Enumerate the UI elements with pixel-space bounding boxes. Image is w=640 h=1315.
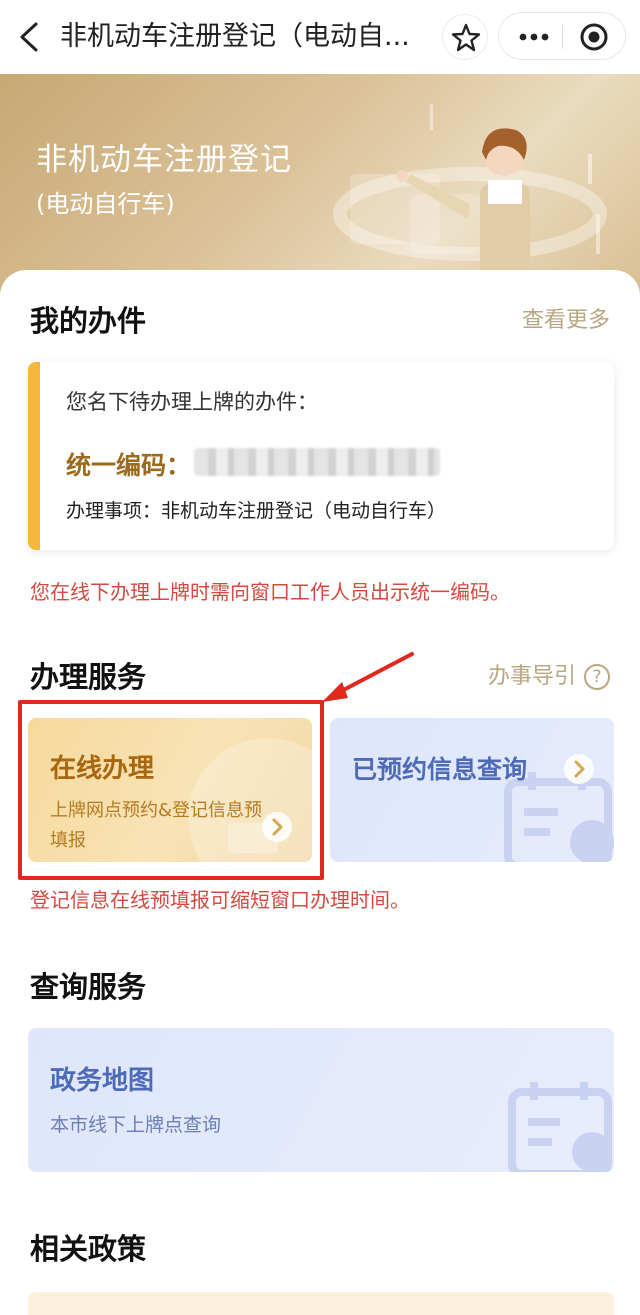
policy-title: 相关政策 (30, 1232, 147, 1266)
mini-program-capsule (498, 12, 626, 60)
gov-map-title: 政务地图 (50, 1066, 155, 1096)
services-title: 办理服务 (30, 660, 147, 694)
pending-task-card[interactable]: 您名下待办理上牌的办件： 统一编码： 办理事项：非机动车注册登记（电动自行车） (28, 362, 614, 550)
online-service-card[interactable]: 在线办理 上牌网点预约&登记信息预填报 (28, 718, 312, 862)
banner-title: 非机动车注册登记 (36, 142, 292, 178)
policy-card[interactable] (28, 1292, 614, 1315)
capsule-divider (562, 25, 563, 49)
more-dots-icon[interactable] (509, 19, 559, 55)
chevron-right-icon (262, 812, 292, 842)
annotation-arrow-icon (322, 652, 414, 702)
booked-info-card[interactable]: 已预约信息查询 (330, 718, 614, 862)
online-service-title: 在线办理 (50, 754, 155, 784)
task-accent-bar (28, 362, 40, 550)
booked-info-title: 已预约信息查询 (352, 755, 528, 784)
target-circle-icon[interactable] (569, 19, 619, 55)
query-services-title: 查询服务 (30, 970, 147, 1004)
nav-title: 非机动车注册登记（电动自... (60, 21, 410, 52)
chevron-right-icon (564, 754, 594, 784)
question-mark-icon: ? (584, 664, 611, 690)
officer-illustration-icon (333, 104, 607, 294)
main-content: 我的办件 查看更多 您名下待办理上牌的办件： 统一编码： 办理事项：非机动车注册… (0, 270, 640, 1315)
gov-map-desc: 本市线下上牌点查询 (50, 1114, 222, 1136)
top-nav-bar: 非机动车注册登记（电动自... (0, 0, 640, 74)
unified-code-redacted (194, 448, 440, 476)
banner-subtitle: (电动自行车) (36, 190, 175, 218)
guide-link[interactable]: 办事导引? (488, 658, 611, 690)
unified-code-label: 统一编码： (66, 451, 192, 480)
online-service-desc: 上牌网点预约&登记信息预填报 (50, 800, 263, 851)
view-more-link[interactable]: 查看更多 (522, 302, 610, 334)
guide-label: 办事导引 (488, 664, 577, 689)
calendar-watermark-icon (508, 1082, 612, 1172)
prefill-tip: 登记信息在线预填报可缩短窗口办理时间。 (30, 888, 410, 912)
star-icon[interactable] (442, 14, 488, 60)
header-banner: 非机动车注册登记 (电动自行车) (0, 74, 640, 296)
task-item-text: 办理事项：非机动车注册登记（电动自行车） (66, 500, 447, 522)
show-code-tip: 您在线下办理上牌时需向窗口工作人员出示统一编码。 (30, 580, 510, 604)
back-chevron-icon[interactable] (14, 18, 50, 56)
gov-map-card[interactable]: 政务地图 本市线下上牌点查询 (28, 1028, 614, 1172)
my-tasks-title: 我的办件 (30, 304, 147, 338)
task-intro-text: 您名下待办理上牌的办件： (66, 390, 318, 414)
